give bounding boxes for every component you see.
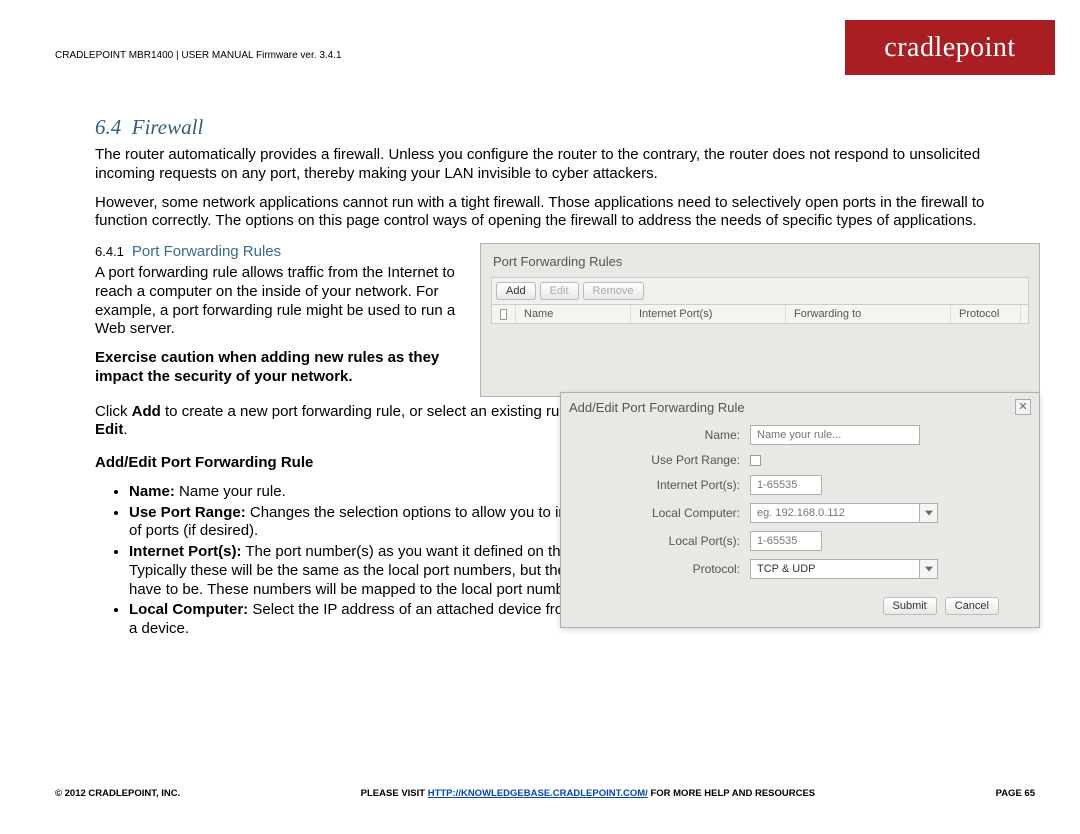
edit-button[interactable]: Edit xyxy=(540,282,579,300)
section-title: Firewall xyxy=(132,115,204,139)
cancel-button[interactable]: Cancel xyxy=(945,597,999,615)
brand-logo: cradlepoint xyxy=(845,20,1055,75)
section-para-2: However, some network applications canno… xyxy=(95,194,1040,232)
label-use-port-range: Use Port Range: xyxy=(575,453,750,467)
name-field[interactable] xyxy=(750,425,920,445)
p2-a: Click xyxy=(95,403,132,420)
label-protocol: Protocol: xyxy=(575,562,750,576)
add-edit-dialog: Add/Edit Port Forwarding Rule ✕ Name: Us… xyxy=(560,392,1040,628)
dialog-title: Add/Edit Port Forwarding Rule xyxy=(569,400,745,415)
select-all-checkbox[interactable] xyxy=(500,309,507,320)
section-para-1: The router automatically provides a fire… xyxy=(95,146,1040,184)
protocol-dropdown-icon[interactable] xyxy=(920,559,938,579)
footer-right: PAGE 65 xyxy=(996,788,1035,799)
panel-title: Port Forwarding Rules xyxy=(491,250,1029,277)
subsection-number: 6.4.1 xyxy=(95,244,124,259)
add-button[interactable]: Add xyxy=(496,282,536,300)
b2-label: Use Port Range: xyxy=(129,504,246,521)
header-line: CRADLEPOINT MBR1400 | USER MANUAL Firmwa… xyxy=(55,50,342,61)
label-internet-ports: Internet Port(s): xyxy=(575,478,750,492)
footer-left: © 2012 CRADLEPOINT, INC. xyxy=(55,788,180,799)
close-icon[interactable]: ✕ xyxy=(1015,399,1031,415)
footer-link[interactable]: HTTP://KNOWLEDGEBASE.CRADLEPOINT.COM/ xyxy=(428,788,648,799)
subsection-p1: A port forwarding rule allows traffic fr… xyxy=(95,264,462,339)
subsection-caution: Exercise caution when adding new rules a… xyxy=(95,349,462,387)
b4-label: Local Computer: xyxy=(129,601,248,618)
use-port-range-checkbox[interactable] xyxy=(750,455,761,466)
section-heading: 6.4 Firewall xyxy=(95,115,1040,140)
protocol-field[interactable] xyxy=(750,559,920,579)
subsection-title: Port Forwarding Rules xyxy=(132,243,281,260)
footer-center-a: PLEASE VISIT xyxy=(361,788,428,799)
label-name: Name: xyxy=(575,428,750,442)
local-computer-field[interactable] xyxy=(750,503,920,523)
panel-toolbar: Add Edit Remove xyxy=(491,277,1029,304)
submit-button[interactable]: Submit xyxy=(883,597,937,615)
label-local-ports: Local Port(s): xyxy=(575,534,750,548)
footer-center: PLEASE VISIT HTTP://KNOWLEDGEBASE.CRADLE… xyxy=(180,788,995,799)
col-forwarding-to: Forwarding to xyxy=(786,305,951,323)
local-ports-field[interactable] xyxy=(750,531,822,551)
subsection-heading: 6.4.1 Port Forwarding Rules xyxy=(95,243,462,260)
b1-label: Name: xyxy=(129,483,175,500)
section-number: 6.4 xyxy=(95,115,121,139)
p2-edit: Edit xyxy=(95,421,123,438)
label-local-computer: Local Computer: xyxy=(575,506,750,520)
p2-add: Add xyxy=(132,403,161,420)
page-footer: © 2012 CRADLEPOINT, INC. PLEASE VISIT HT… xyxy=(55,788,1035,799)
grid-header: Name Internet Port(s) Forwarding to Prot… xyxy=(491,304,1029,324)
local-computer-dropdown-icon[interactable] xyxy=(920,503,938,523)
footer-center-b: FOR MORE HELP AND RESOURCES xyxy=(648,788,815,799)
col-internet-ports: Internet Port(s) xyxy=(631,305,786,323)
col-protocol: Protocol xyxy=(951,305,1021,323)
p2-e: . xyxy=(123,421,127,438)
internet-ports-field[interactable] xyxy=(750,475,822,495)
port-forwarding-rules-panel: Port Forwarding Rules Add Edit Remove Na… xyxy=(480,243,1040,397)
b1-text: Name your rule. xyxy=(175,483,286,500)
col-name: Name xyxy=(516,305,631,323)
b3-label: Internet Port(s): xyxy=(129,543,242,560)
remove-button[interactable]: Remove xyxy=(583,282,644,300)
